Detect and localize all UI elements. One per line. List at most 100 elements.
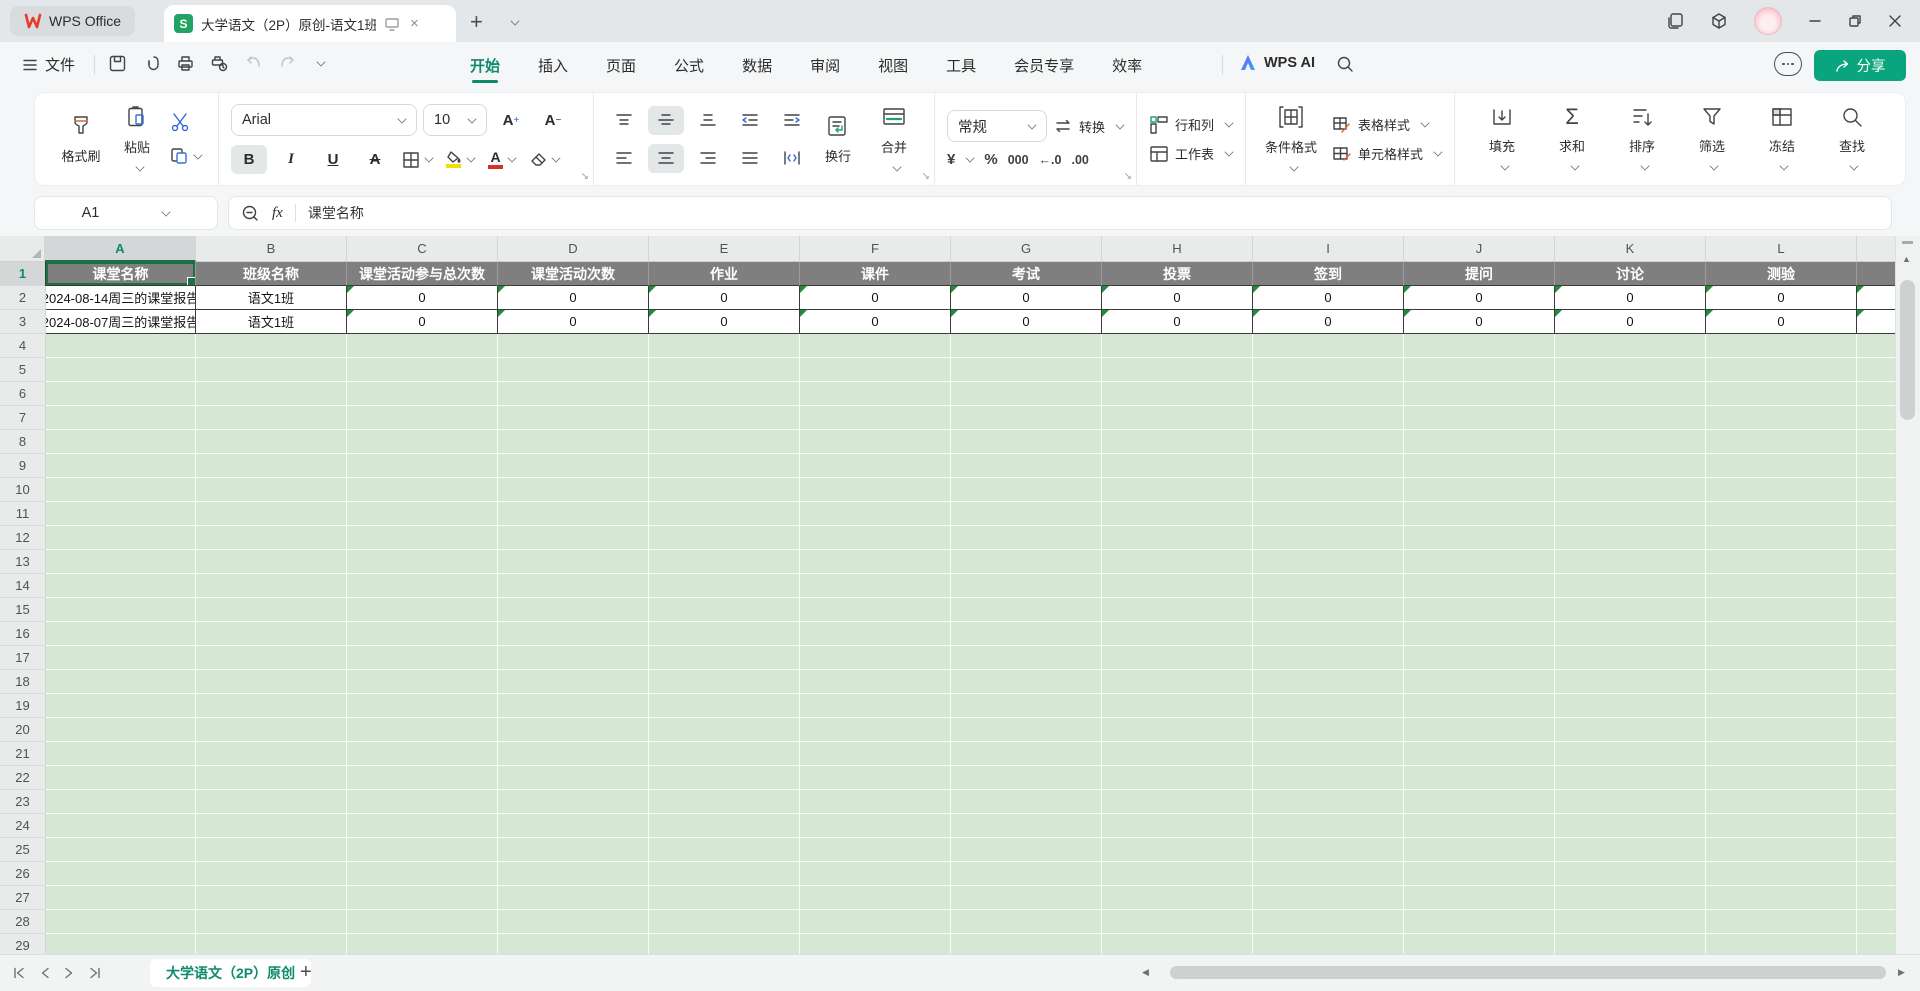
close-window-icon[interactable] (1888, 14, 1902, 28)
font-group-expand-icon[interactable]: ↘ (581, 171, 589, 182)
cell-J3[interactable]: 0 (1404, 310, 1555, 334)
export-pdf-icon[interactable] (142, 54, 161, 73)
cell-B3[interactable]: 语文1班 (196, 310, 347, 334)
row-number-25[interactable]: 25 (0, 838, 45, 862)
rows-columns-button[interactable]: 行和列 (1149, 115, 1233, 135)
row-number-3[interactable]: 3 (0, 310, 45, 334)
paste-chevron-icon[interactable] (135, 162, 144, 171)
row-number-21[interactable]: 21 (0, 742, 45, 766)
increase-decimal-button[interactable]: .00 (1071, 153, 1088, 167)
percent-format-button[interactable]: % (984, 151, 997, 168)
justify-button[interactable] (732, 144, 768, 173)
decrease-decimal-button[interactable]: ←.0 (1039, 153, 1062, 167)
scroll-up-icon[interactable]: ▲ (1902, 254, 1911, 264)
row-number-13[interactable]: 13 (0, 550, 45, 574)
column-header-G[interactable]: G (951, 236, 1102, 262)
row-number-6[interactable]: 6 (0, 382, 45, 406)
worksheet-button[interactable]: 工作表 (1149, 144, 1233, 164)
cell-C3[interactable]: 0 (347, 310, 498, 334)
cell-partial-3[interactable] (1857, 310, 1896, 334)
row-number-17[interactable]: 17 (0, 646, 45, 670)
last-sheet-icon[interactable] (88, 967, 102, 979)
format-painter-button[interactable]: 格式刷 (53, 100, 109, 178)
cell-E3[interactable]: 0 (649, 310, 800, 334)
row-number-14[interactable]: 14 (0, 574, 45, 598)
cell-D3[interactable]: 0 (498, 310, 649, 334)
name-box[interactable]: A1 (34, 196, 218, 230)
cell-A2[interactable]: 2024-08-14周三的课堂报告 (45, 286, 196, 310)
cell-G3[interactable]: 0 (951, 310, 1102, 334)
zoom-formula-icon[interactable] (241, 204, 260, 223)
row-number-23[interactable]: 23 (0, 790, 45, 814)
cell-J2[interactable]: 0 (1404, 286, 1555, 310)
cell-D1[interactable]: 课堂活动次数 (498, 262, 649, 286)
active-sheet-tab[interactable]: 大学语文（2P）原创 (150, 959, 311, 987)
wps-ai-button[interactable]: WPS AI (1238, 53, 1315, 73)
row-number-11[interactable]: 11 (0, 502, 45, 526)
text-orientation-button[interactable] (774, 144, 810, 173)
row-number-2[interactable]: 2 (0, 286, 45, 310)
cut-scissors-icon[interactable] (169, 112, 191, 132)
column-header-C[interactable]: C (347, 236, 498, 262)
row-number-4[interactable]: 4 (0, 334, 45, 358)
name-box-chevron-icon[interactable] (162, 207, 171, 216)
freeze-button[interactable]: 冻结 (1754, 100, 1810, 178)
row-number-27[interactable]: 27 (0, 886, 45, 910)
vertical-scrollbar[interactable]: ▲ (1895, 236, 1920, 955)
paste-button[interactable]: 粘贴 (109, 100, 165, 178)
row-number-16[interactable]: 16 (0, 622, 45, 646)
convert-button[interactable]: 转换 (1053, 117, 1124, 136)
switch-window-icon[interactable] (1666, 12, 1684, 30)
row-number-19[interactable]: 19 (0, 694, 45, 718)
merge-cells-button[interactable]: 合并 (866, 100, 922, 178)
tab-tools[interactable]: 工具 (944, 43, 978, 88)
split-handle[interactable] (1902, 241, 1913, 244)
tab-home[interactable]: 开始 (468, 43, 502, 88)
font-color-button[interactable]: A (484, 145, 520, 174)
tab-formula[interactable]: 公式 (672, 43, 706, 88)
vertical-scroll-thumb[interactable] (1900, 280, 1915, 420)
cell-header-partial[interactable] (1857, 262, 1896, 286)
insert-function-icon[interactable]: fx (272, 205, 283, 222)
bold-button[interactable]: B (231, 145, 267, 174)
column-header-J[interactable]: J (1404, 236, 1555, 262)
decrease-indent-button[interactable] (732, 106, 768, 135)
cell-G2[interactable]: 0 (951, 286, 1102, 310)
first-sheet-icon[interactable] (12, 967, 26, 979)
cell-F2[interactable]: 0 (800, 286, 951, 310)
cell-G1[interactable]: 考试 (951, 262, 1102, 286)
row-number-12[interactable]: 12 (0, 526, 45, 550)
align-center-button[interactable] (648, 144, 684, 173)
wrap-text-button[interactable]: 换行 (810, 100, 866, 178)
next-sheet-icon[interactable] (64, 967, 74, 979)
clear-format-button[interactable] (526, 145, 563, 174)
cell-F3[interactable]: 0 (800, 310, 951, 334)
row-number-24[interactable]: 24 (0, 814, 45, 838)
row-number-22[interactable]: 22 (0, 766, 45, 790)
cell-E2[interactable]: 0 (649, 286, 800, 310)
column-header-I[interactable]: I (1253, 236, 1404, 262)
app-center-cube-icon[interactable] (1710, 12, 1728, 30)
cell-partial-2[interactable] (1857, 286, 1896, 310)
row-number-20[interactable]: 20 (0, 718, 45, 742)
tab-view[interactable]: 视图 (876, 43, 910, 88)
select-all-corner[interactable] (0, 236, 45, 262)
fill-color-button[interactable] (442, 145, 478, 174)
document-tab[interactable]: S 大学语文（2P）原创-语文1班 × (164, 5, 456, 42)
column-header-A[interactable]: A (45, 236, 196, 262)
tab-member[interactable]: 会员专享 (1012, 43, 1076, 88)
tab-page[interactable]: 页面 (604, 43, 638, 88)
conditional-format-button[interactable]: 条件格式 (1258, 100, 1324, 178)
tab-list-chevron-icon[interactable] (510, 16, 519, 25)
horizontal-scroll-thumb[interactable] (1170, 966, 1886, 979)
align-left-button[interactable] (606, 144, 642, 173)
increase-font-button[interactable]: A+ (493, 106, 529, 135)
cell-L1[interactable]: 测验 (1706, 262, 1857, 286)
strikethrough-button[interactable]: A (357, 145, 393, 174)
print-preview-icon[interactable] (210, 54, 229, 73)
number-group-expand-icon[interactable]: ↘ (1124, 171, 1132, 182)
cell-H2[interactable]: 0 (1102, 286, 1253, 310)
cell-B1[interactable]: 班级名称 (196, 262, 347, 286)
thousand-separator-button[interactable]: 000 (1008, 153, 1029, 167)
row-number-5[interactable]: 5 (0, 358, 45, 382)
